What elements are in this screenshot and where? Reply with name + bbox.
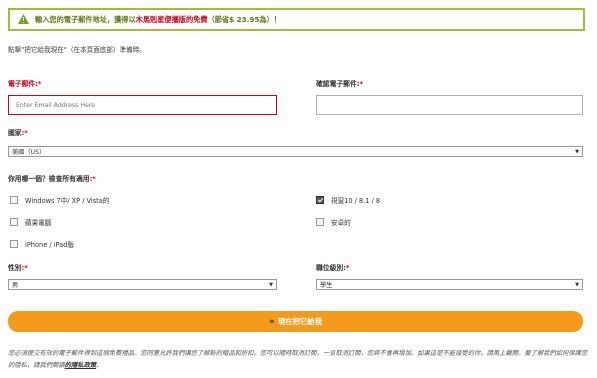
banner-highlight: 木馬剋星便攜版的免費 bbox=[135, 14, 208, 24]
country-value: 美國（US） bbox=[12, 149, 46, 156]
checkbox[interactable] bbox=[10, 196, 18, 204]
banner-text-2: （節省$ 23.95為）！ bbox=[207, 14, 281, 24]
gender-label: 性別:* bbox=[8, 264, 28, 272]
double-chevron-right-icon: » bbox=[268, 316, 275, 327]
os-option-windows10[interactable]: 視窗10 / 8.1 / 8 bbox=[316, 195, 380, 205]
checkbox[interactable] bbox=[10, 218, 18, 226]
submit-label: 現在把它給我 bbox=[277, 317, 323, 326]
os-option-android[interactable]: 安卓的 bbox=[316, 217, 351, 227]
dropdown-caret-icon: ▼ bbox=[269, 282, 273, 288]
country-label: 國家:* bbox=[8, 129, 28, 137]
os-option-mac[interactable]: 蘋果電腦 bbox=[10, 217, 51, 227]
country-select[interactable]: 美國（US） ▼ bbox=[8, 146, 583, 157]
banner-text-1: 輸入您的電子郵件地址，獲得以 bbox=[35, 14, 136, 24]
intro-text: 點擊"把它給我現在"（在本頁面底部）準備時。 bbox=[8, 46, 146, 54]
privacy-policy-link[interactable]: 的隱私政策 bbox=[65, 362, 96, 369]
checkbox-checked[interactable] bbox=[316, 196, 324, 204]
job-level-select[interactable]: 學生 ▼ bbox=[316, 279, 583, 290]
os-option-iphone[interactable]: iPhone / iPad版 bbox=[10, 239, 74, 249]
disclaimer-text: 您必須提交有效的電子郵件得到這個免費禮品。您同意允許我們讓您了解新的贈品和折扣。… bbox=[8, 350, 588, 369]
promo-banner: 輸入您的電子郵件地址，獲得以 木馬剋星便攜版的免費 （節省$ 23.95為）！ bbox=[8, 8, 585, 31]
confirm-email-label: 確認電子郵件:* bbox=[316, 80, 364, 88]
confirm-email-input[interactable] bbox=[316, 95, 583, 115]
submit-button[interactable]: » 現在把它給我 bbox=[8, 311, 583, 332]
email-label: 電子郵件:* bbox=[8, 80, 42, 88]
os-option-windows7[interactable]: Windows 7中/ XP / Vista的 bbox=[10, 195, 109, 205]
os-question-label: 你用哪一個？檢查所有適用:* bbox=[8, 175, 96, 183]
checkbox[interactable] bbox=[316, 218, 324, 226]
gender-value: 男 bbox=[12, 282, 19, 289]
job-level-label: 職位級別:* bbox=[316, 264, 350, 272]
job-level-value: 學生 bbox=[320, 282, 333, 289]
email-input[interactable] bbox=[8, 95, 277, 115]
dropdown-caret-icon: ▼ bbox=[575, 282, 579, 288]
dropdown-caret-icon: ▼ bbox=[575, 149, 579, 155]
checkbox[interactable] bbox=[10, 240, 18, 248]
warning-icon bbox=[18, 14, 29, 25]
gender-select[interactable]: 男 ▼ bbox=[8, 279, 277, 290]
